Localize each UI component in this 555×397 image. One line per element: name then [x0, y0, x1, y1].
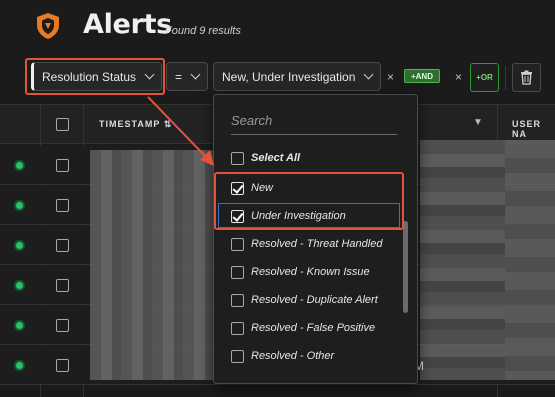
shield-logo-icon — [37, 13, 59, 39]
remove-filter-button[interactable]: × — [387, 70, 394, 84]
status-dot — [16, 162, 23, 169]
row-checkbox[interactable] — [56, 239, 69, 252]
filter-value-select[interactable]: New, Under Investigation — [213, 62, 381, 91]
filter-value-label: New, Under Investigation — [222, 69, 356, 84]
page-title: Alerts — [83, 9, 172, 40]
status-dot — [16, 242, 23, 249]
checkbox[interactable] — [231, 349, 244, 363]
remove-group-button[interactable]: × — [455, 70, 462, 84]
row-checkbox[interactable] — [56, 279, 69, 292]
filter-icon[interactable]: ▼ — [473, 117, 483, 128]
filter-operator-select[interactable]: = — [166, 62, 208, 91]
checkbox[interactable] — [231, 293, 244, 307]
option-resolved-other[interactable]: Resolved - Other — [231, 346, 406, 366]
option-resolved-false-positive[interactable]: Resolved - False Positive — [231, 318, 406, 338]
or-button[interactable]: +OR — [470, 63, 499, 92]
status-dot — [16, 362, 23, 369]
status-dot — [16, 322, 23, 329]
chevron-down-icon — [144, 69, 155, 80]
redacted-user-names — [505, 140, 555, 380]
results-count: Found 9 results — [165, 25, 241, 37]
row-checkbox[interactable] — [56, 199, 69, 212]
dropdown-search-input[interactable]: Search — [231, 109, 397, 135]
filter-operator-label: = — [175, 69, 183, 84]
chevron-down-icon — [363, 69, 374, 80]
header: Alerts Found 9 results — [0, 0, 555, 52]
row-checkbox[interactable] — [56, 319, 69, 332]
row-checkbox[interactable] — [56, 359, 69, 372]
checkbox[interactable] — [231, 151, 244, 165]
row-checkbox[interactable] — [56, 159, 69, 172]
scrollbar[interactable] — [403, 221, 408, 313]
column-timestamp[interactable]: TIMESTAMP ⇅ — [99, 119, 172, 130]
redacted-cells — [420, 140, 505, 380]
divider — [505, 66, 506, 90]
chevron-down-icon — [190, 69, 201, 80]
status-dot — [16, 282, 23, 289]
status-dot — [16, 202, 23, 209]
option-under-investigation[interactable]: Under Investigation — [231, 206, 406, 226]
option-resolved-threat-handled[interactable]: Resolved - Threat Handled — [231, 234, 406, 254]
redacted-timestamps — [90, 150, 220, 380]
trash-icon — [521, 70, 532, 85]
filter-field-select[interactable]: Resolution Status — [31, 62, 162, 91]
select-all-option[interactable]: Select All — [231, 148, 406, 168]
and-button[interactable]: +AND — [404, 69, 440, 83]
select-all-rows-checkbox[interactable] — [56, 118, 69, 131]
checkbox-checked[interactable] — [231, 181, 244, 195]
column-user-name[interactable]: USER NA — [512, 119, 555, 139]
checkbox-checked[interactable] — [231, 209, 244, 223]
checkbox[interactable] — [231, 265, 244, 279]
checkbox[interactable] — [231, 237, 244, 251]
delete-button[interactable] — [512, 63, 541, 92]
checkbox[interactable] — [231, 321, 244, 335]
option-resolved-known-issue[interactable]: Resolved - Known Issue — [231, 262, 406, 282]
value-dropdown: Search Select All New Under Investigatio… — [213, 94, 418, 384]
option-new[interactable]: New — [231, 178, 406, 198]
sort-icon: ⇅ — [163, 119, 173, 129]
option-resolved-duplicate-alert[interactable]: Resolved - Duplicate Alert — [231, 290, 406, 310]
filter-field-label: Resolution Status — [42, 69, 137, 84]
